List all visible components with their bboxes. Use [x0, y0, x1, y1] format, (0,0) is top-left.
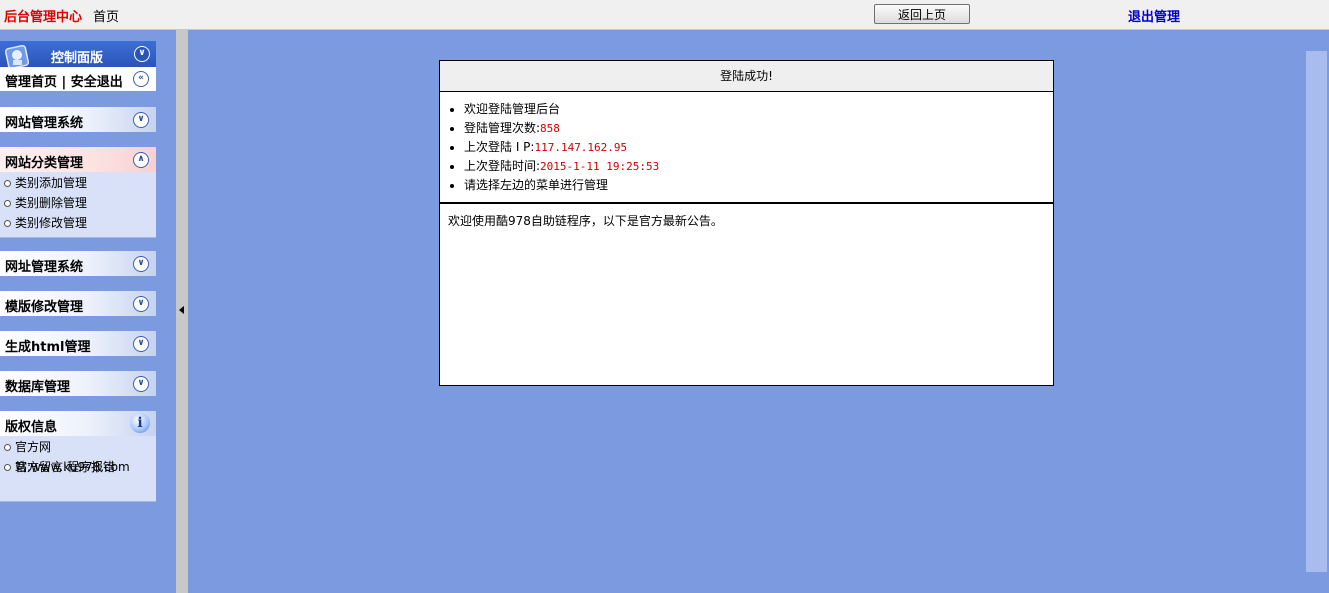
chevron-double-left-icon[interactable]: « [133, 71, 149, 87]
chevron-double-down-icon[interactable]: ∨ [133, 296, 149, 312]
bullet-icon [4, 180, 11, 187]
control-panel-title: 控制面版 [51, 51, 104, 66]
sidebar-section-copyright: 版权信息 i [0, 411, 156, 436]
collapse-left-icon[interactable] [179, 306, 184, 314]
copyright-submenu: 官方网站:www.ku978.com 官方留言:程序报错 [0, 436, 156, 502]
home-link[interactable]: 首页 [93, 6, 119, 25]
logout-link[interactable]: 退出管理 [1128, 6, 1180, 25]
sidebar-section-site[interactable]: 网站管理系统 ∨ [0, 107, 156, 132]
submenu-item-edit-category[interactable]: 类别修改管理 [0, 213, 156, 233]
last-login-time: 上次登陆时间:2015-1-11 19:25:53 [464, 157, 1053, 176]
sidebar-section-html[interactable]: 生成html管理 ∨ [0, 331, 156, 356]
top-bar: 后台管理中心 首页 返回上页 退出管理 [0, 0, 1329, 30]
chevron-double-down-icon[interactable]: ∨ [133, 376, 149, 392]
bullet-icon [4, 200, 11, 207]
welcome-text: 欢迎登陆管理后台 [464, 100, 1053, 119]
sidebar: 控制面版 ∨ 管理首页 | 安全退出 « 网站管理系统 ∨ 网站分类管理 ∧ 类… [0, 30, 176, 593]
sidebar-section-template[interactable]: 模版修改管理 ∨ [0, 291, 156, 316]
brand-title: 后台管理中心 [4, 10, 83, 25]
panel-title: 登陆成功! [440, 61, 1053, 92]
section-label: 生成html管理 [5, 340, 91, 355]
section-label: 网站管理系统 [5, 116, 84, 131]
sidebar-section-url[interactable]: 网址管理系统 ∨ [0, 251, 156, 276]
login-info-list: 欢迎登陆管理后台 登陆管理次数:858 上次登陆 I P:117.147.162… [440, 92, 1053, 204]
login-count: 登陆管理次数:858 [464, 119, 1053, 138]
login-count-value: 858 [540, 122, 560, 135]
chevron-double-down-icon[interactable]: ∨ [133, 112, 149, 128]
official-site-link[interactable]: 官方网站:www.ku978.com [0, 437, 156, 474]
last-ip-value: 117.147.162.95 [534, 141, 628, 154]
sidebar-section-category[interactable]: 网站分类管理 ∧ [0, 147, 156, 172]
section-label: 数据库管理 [5, 380, 71, 395]
chevron-double-down-icon[interactable]: ∨ [133, 256, 149, 272]
bullet-icon [4, 444, 11, 451]
sidebar-section-database[interactable]: 数据库管理 ∨ [0, 371, 156, 396]
back-button[interactable]: 返回上页 [874, 4, 970, 24]
section-label: 版权信息 [5, 420, 58, 435]
official-feedback-link[interactable]: 官方留言:程序报错 [0, 457, 156, 477]
last-ip: 上次登陆 I P:117.147.162.95 [464, 138, 1053, 157]
announcement-text: 欢迎使用酷978自助链程序，以下是官方最新公告。 [448, 214, 723, 228]
last-time-value: 2015-1-11 19:25:53 [540, 160, 660, 173]
chevron-double-up-icon[interactable]: ∧ [133, 152, 149, 168]
category-submenu: 类别添加管理 类别删除管理 类别修改管理 [0, 172, 156, 238]
submenu-item-add-category[interactable]: 类别添加管理 [0, 173, 156, 193]
instruction-text: 请选择左边的菜单进行管理 [464, 176, 1053, 195]
chevron-double-down-icon[interactable]: ∨ [133, 336, 149, 352]
control-panel-header: 控制面版 ∨ [0, 41, 156, 70]
quick-links: 管理首页 | 安全退出 « [0, 67, 156, 91]
login-info-panel: 登陆成功! 欢迎登陆管理后台 登陆管理次数:858 上次登陆 I P:117.1… [439, 60, 1054, 386]
quick-links-text[interactable]: 管理首页 | 安全退出 [5, 71, 123, 90]
info-icon: i [130, 413, 150, 433]
scrollbar[interactable] [1306, 51, 1327, 572]
section-label: 网址管理系统 [5, 260, 84, 275]
section-label: 模版修改管理 [5, 300, 84, 315]
chevron-double-down-icon[interactable]: ∨ [134, 46, 150, 62]
bullet-icon [4, 220, 11, 227]
section-label: 网站分类管理 [5, 156, 84, 171]
submenu-item-delete-category[interactable]: 类别删除管理 [0, 193, 156, 213]
bullet-icon [4, 464, 11, 471]
